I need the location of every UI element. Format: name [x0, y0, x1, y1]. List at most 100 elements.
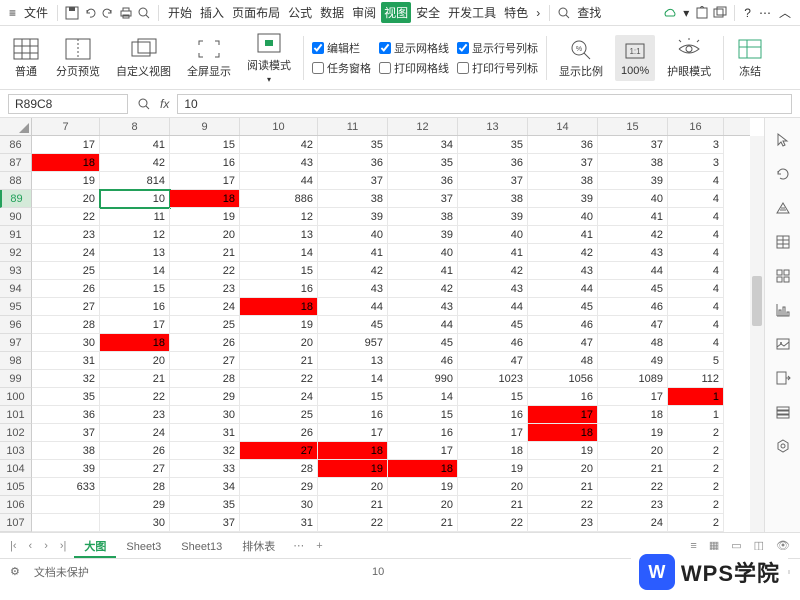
cell[interactable]: 36 [318, 154, 388, 172]
row-header[interactable]: 99 [0, 370, 32, 388]
cell[interactable]: 4 [668, 280, 724, 298]
tab-layout[interactable]: 页面布局 [229, 2, 283, 23]
window-icon[interactable] [712, 5, 728, 21]
cell[interactable] [32, 496, 100, 514]
stack-tool-icon[interactable] [773, 402, 793, 422]
cell[interactable]: 4 [668, 334, 724, 352]
cell[interactable]: 4 [668, 226, 724, 244]
chart-tool-icon[interactable] [773, 300, 793, 320]
menu-file[interactable]: 文件 [21, 2, 51, 23]
custom-view-button[interactable]: 自定义视图 [112, 35, 175, 81]
sheet-add-icon[interactable]: + [312, 538, 326, 554]
cell[interactable]: 35 [32, 388, 100, 406]
tab-review[interactable]: 审阅 [349, 2, 379, 23]
cell[interactable]: 1 [668, 388, 724, 406]
cell[interactable]: 21 [528, 478, 598, 496]
cell[interactable]: 36 [32, 406, 100, 424]
check-print-headings[interactable]: 打印行号列标 [457, 60, 538, 76]
sheet-tab[interactable]: Sheet3 [116, 538, 171, 556]
preview-icon[interactable] [136, 5, 152, 21]
col-header[interactable]: 14 [528, 118, 598, 135]
cell[interactable]: 22 [318, 514, 388, 532]
cell[interactable]: 29 [240, 478, 318, 496]
cell[interactable]: 43 [458, 280, 528, 298]
cell[interactable]: 44 [458, 298, 528, 316]
cell[interactable]: 14 [240, 244, 318, 262]
tab-more-icon[interactable]: › [533, 4, 543, 22]
cell[interactable]: 27 [32, 298, 100, 316]
cell[interactable] [32, 514, 100, 532]
tab-devtools[interactable]: 开发工具 [445, 2, 499, 23]
cell[interactable]: 46 [528, 316, 598, 334]
sheet-first-icon[interactable]: |‹ [6, 538, 21, 554]
cell[interactable]: 37 [528, 154, 598, 172]
cell[interactable]: 24 [100, 424, 170, 442]
cell[interactable]: 4 [668, 172, 724, 190]
cell[interactable]: 39 [388, 226, 458, 244]
cell[interactable]: 23 [528, 514, 598, 532]
cell[interactable]: 18 [458, 442, 528, 460]
cell[interactable]: 12 [240, 208, 318, 226]
cell[interactable]: 24 [598, 514, 668, 532]
cell[interactable]: 15 [240, 262, 318, 280]
cell[interactable]: 20 [528, 460, 598, 478]
row-header[interactable]: 103 [0, 442, 32, 460]
cell[interactable]: 40 [528, 208, 598, 226]
cell[interactable]: 814 [100, 172, 170, 190]
export-tool-icon[interactable] [773, 368, 793, 388]
row-header[interactable]: 96 [0, 316, 32, 334]
tab-insert[interactable]: 插入 [197, 2, 227, 23]
cell[interactable]: 1089 [598, 370, 668, 388]
row-header[interactable]: 101 [0, 406, 32, 424]
cell[interactable]: 26 [170, 334, 240, 352]
cell[interactable]: 48 [528, 352, 598, 370]
cell[interactable]: 43 [598, 244, 668, 262]
sheet-more-icon[interactable]: ⋯ [289, 537, 308, 554]
cell[interactable]: 38 [318, 190, 388, 208]
cell[interactable]: 20 [598, 442, 668, 460]
cell[interactable]: 23 [170, 280, 240, 298]
cell[interactable]: 27 [170, 352, 240, 370]
cell[interactable]: 41 [100, 136, 170, 154]
fx-icon[interactable]: fx [160, 97, 169, 111]
cell[interactable]: 44 [318, 298, 388, 316]
sheet-prev-icon[interactable]: ‹ [25, 538, 37, 554]
cell[interactable]: 19 [32, 172, 100, 190]
check-formula-bar[interactable]: 编辑栏 [312, 40, 371, 56]
cell[interactable]: 17 [100, 316, 170, 334]
table-tool-icon[interactable] [773, 232, 793, 252]
cell[interactable]: 16 [240, 280, 318, 298]
cell[interactable]: 22 [240, 370, 318, 388]
cell[interactable]: 41 [598, 208, 668, 226]
cell[interactable]: 31 [32, 352, 100, 370]
cell[interactable]: 21 [458, 496, 528, 514]
cell[interactable]: 15 [388, 406, 458, 424]
cell[interactable]: 15 [170, 136, 240, 154]
cell[interactable]: 11 [100, 208, 170, 226]
cell[interactable]: 19 [170, 208, 240, 226]
cell[interactable]: 17 [598, 388, 668, 406]
vertical-scrollbar[interactable] [750, 136, 764, 532]
cell[interactable]: 35 [318, 136, 388, 154]
cell[interactable]: 13 [240, 226, 318, 244]
cell[interactable]: 17 [32, 136, 100, 154]
cell[interactable]: 43 [528, 262, 598, 280]
print-icon[interactable] [118, 5, 134, 21]
row-header[interactable]: 98 [0, 352, 32, 370]
cell[interactable]: 26 [240, 424, 318, 442]
cell[interactable]: 44 [598, 262, 668, 280]
cell[interactable]: 47 [458, 352, 528, 370]
help-icon[interactable]: ? [741, 4, 754, 22]
cell[interactable]: 18 [32, 154, 100, 172]
cell[interactable]: 42 [388, 280, 458, 298]
cell[interactable]: 38 [32, 442, 100, 460]
cell[interactable]: 45 [388, 334, 458, 352]
col-header[interactable]: 7 [32, 118, 100, 135]
check-task-pane[interactable]: 任务窗格 [312, 60, 371, 76]
cell[interactable]: 38 [388, 208, 458, 226]
cell[interactable]: 39 [598, 172, 668, 190]
cell[interactable]: 32 [32, 370, 100, 388]
cell[interactable]: 22 [528, 496, 598, 514]
cell[interactable]: 40 [388, 244, 458, 262]
cell[interactable]: 46 [598, 298, 668, 316]
